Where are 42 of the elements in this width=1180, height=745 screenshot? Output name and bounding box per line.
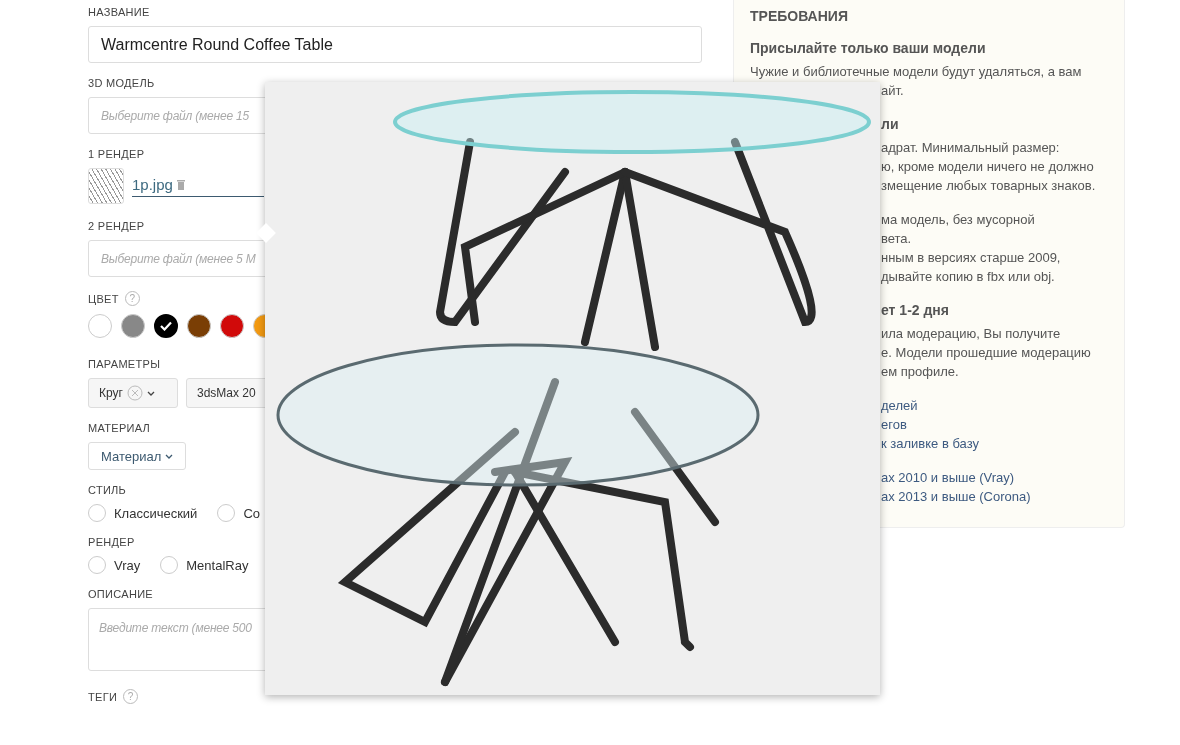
clear-icon[interactable] <box>126 385 143 401</box>
field-label: ТЕГИ <box>88 690 118 703</box>
paragraph-text: дывайте копию в fbx или obj. <box>880 268 1056 286</box>
paragraph-text: айт. <box>880 82 905 100</box>
file-name-link[interactable]: 1p.jpg <box>132 175 173 193</box>
radio-label: Vray <box>114 557 141 573</box>
field-label: ПАРАМЕТРЫ <box>88 358 162 371</box>
radio-label: Co <box>243 505 260 521</box>
paragraph-text: ма модель, без мусорной <box>880 211 1036 229</box>
paragraph-text: змещение любых товарных знаков. <box>880 177 1097 195</box>
name-field[interactable]: Warmcentre Round Coffee Table <box>88 26 702 63</box>
field-label: МАТЕРИАЛ <box>88 422 152 435</box>
render-thumbnail <box>88 168 124 204</box>
paragraph-text: вета. <box>880 230 913 248</box>
paragraph-text: адрат. Минимальный размер: <box>880 139 1061 157</box>
field-label: НАЗВАНИЕ <box>88 6 151 19</box>
panel-title: ТРЕБОВАНИЯ <box>750 8 849 24</box>
paragraph-text: ем профиле. <box>880 363 960 381</box>
caret-icon <box>165 453 174 459</box>
field-label: ЦВЕТ <box>88 292 119 305</box>
color-swatch[interactable] <box>154 314 178 338</box>
paragraph-text: ила модерацию, Вы получите <box>880 325 1062 343</box>
section-heading: ет 1-2 дня <box>880 301 950 320</box>
field-label: СТИЛЬ <box>88 484 128 497</box>
radio-label: Классический <box>114 505 198 521</box>
caret-icon <box>146 390 155 396</box>
check-icon <box>160 321 172 331</box>
field-label: 2 РЕНДЕР <box>88 220 146 233</box>
field-label: 3D МОДЕЛЬ <box>88 77 156 90</box>
paragraph-text: е. Модели прошедшие модерацию <box>880 344 1092 362</box>
parameter-dropdown[interactable]: Круг <box>88 378 178 408</box>
section-heading: Присылайте только ваши модели <box>750 40 987 56</box>
trash-icon[interactable] <box>176 178 185 190</box>
paragraph-text: Чужие и библиотечные модели будут удаляться, а вам <box>750 63 1083 81</box>
field-label: 1 РЕНДЕР <box>88 148 146 161</box>
field-label: РЕНДЕР <box>88 536 136 549</box>
paragraph-text: нным в версиях старше 2009, <box>880 249 1062 267</box>
section-heading: ли <box>880 115 900 134</box>
material-dropdown[interactable]: Материал <box>88 442 187 470</box>
paragraph-text: ю, кроме модели ничего не должно <box>880 158 1095 176</box>
field-label: ОПИСАНИЕ <box>88 588 154 601</box>
radio-label: MentalRay <box>186 557 249 573</box>
